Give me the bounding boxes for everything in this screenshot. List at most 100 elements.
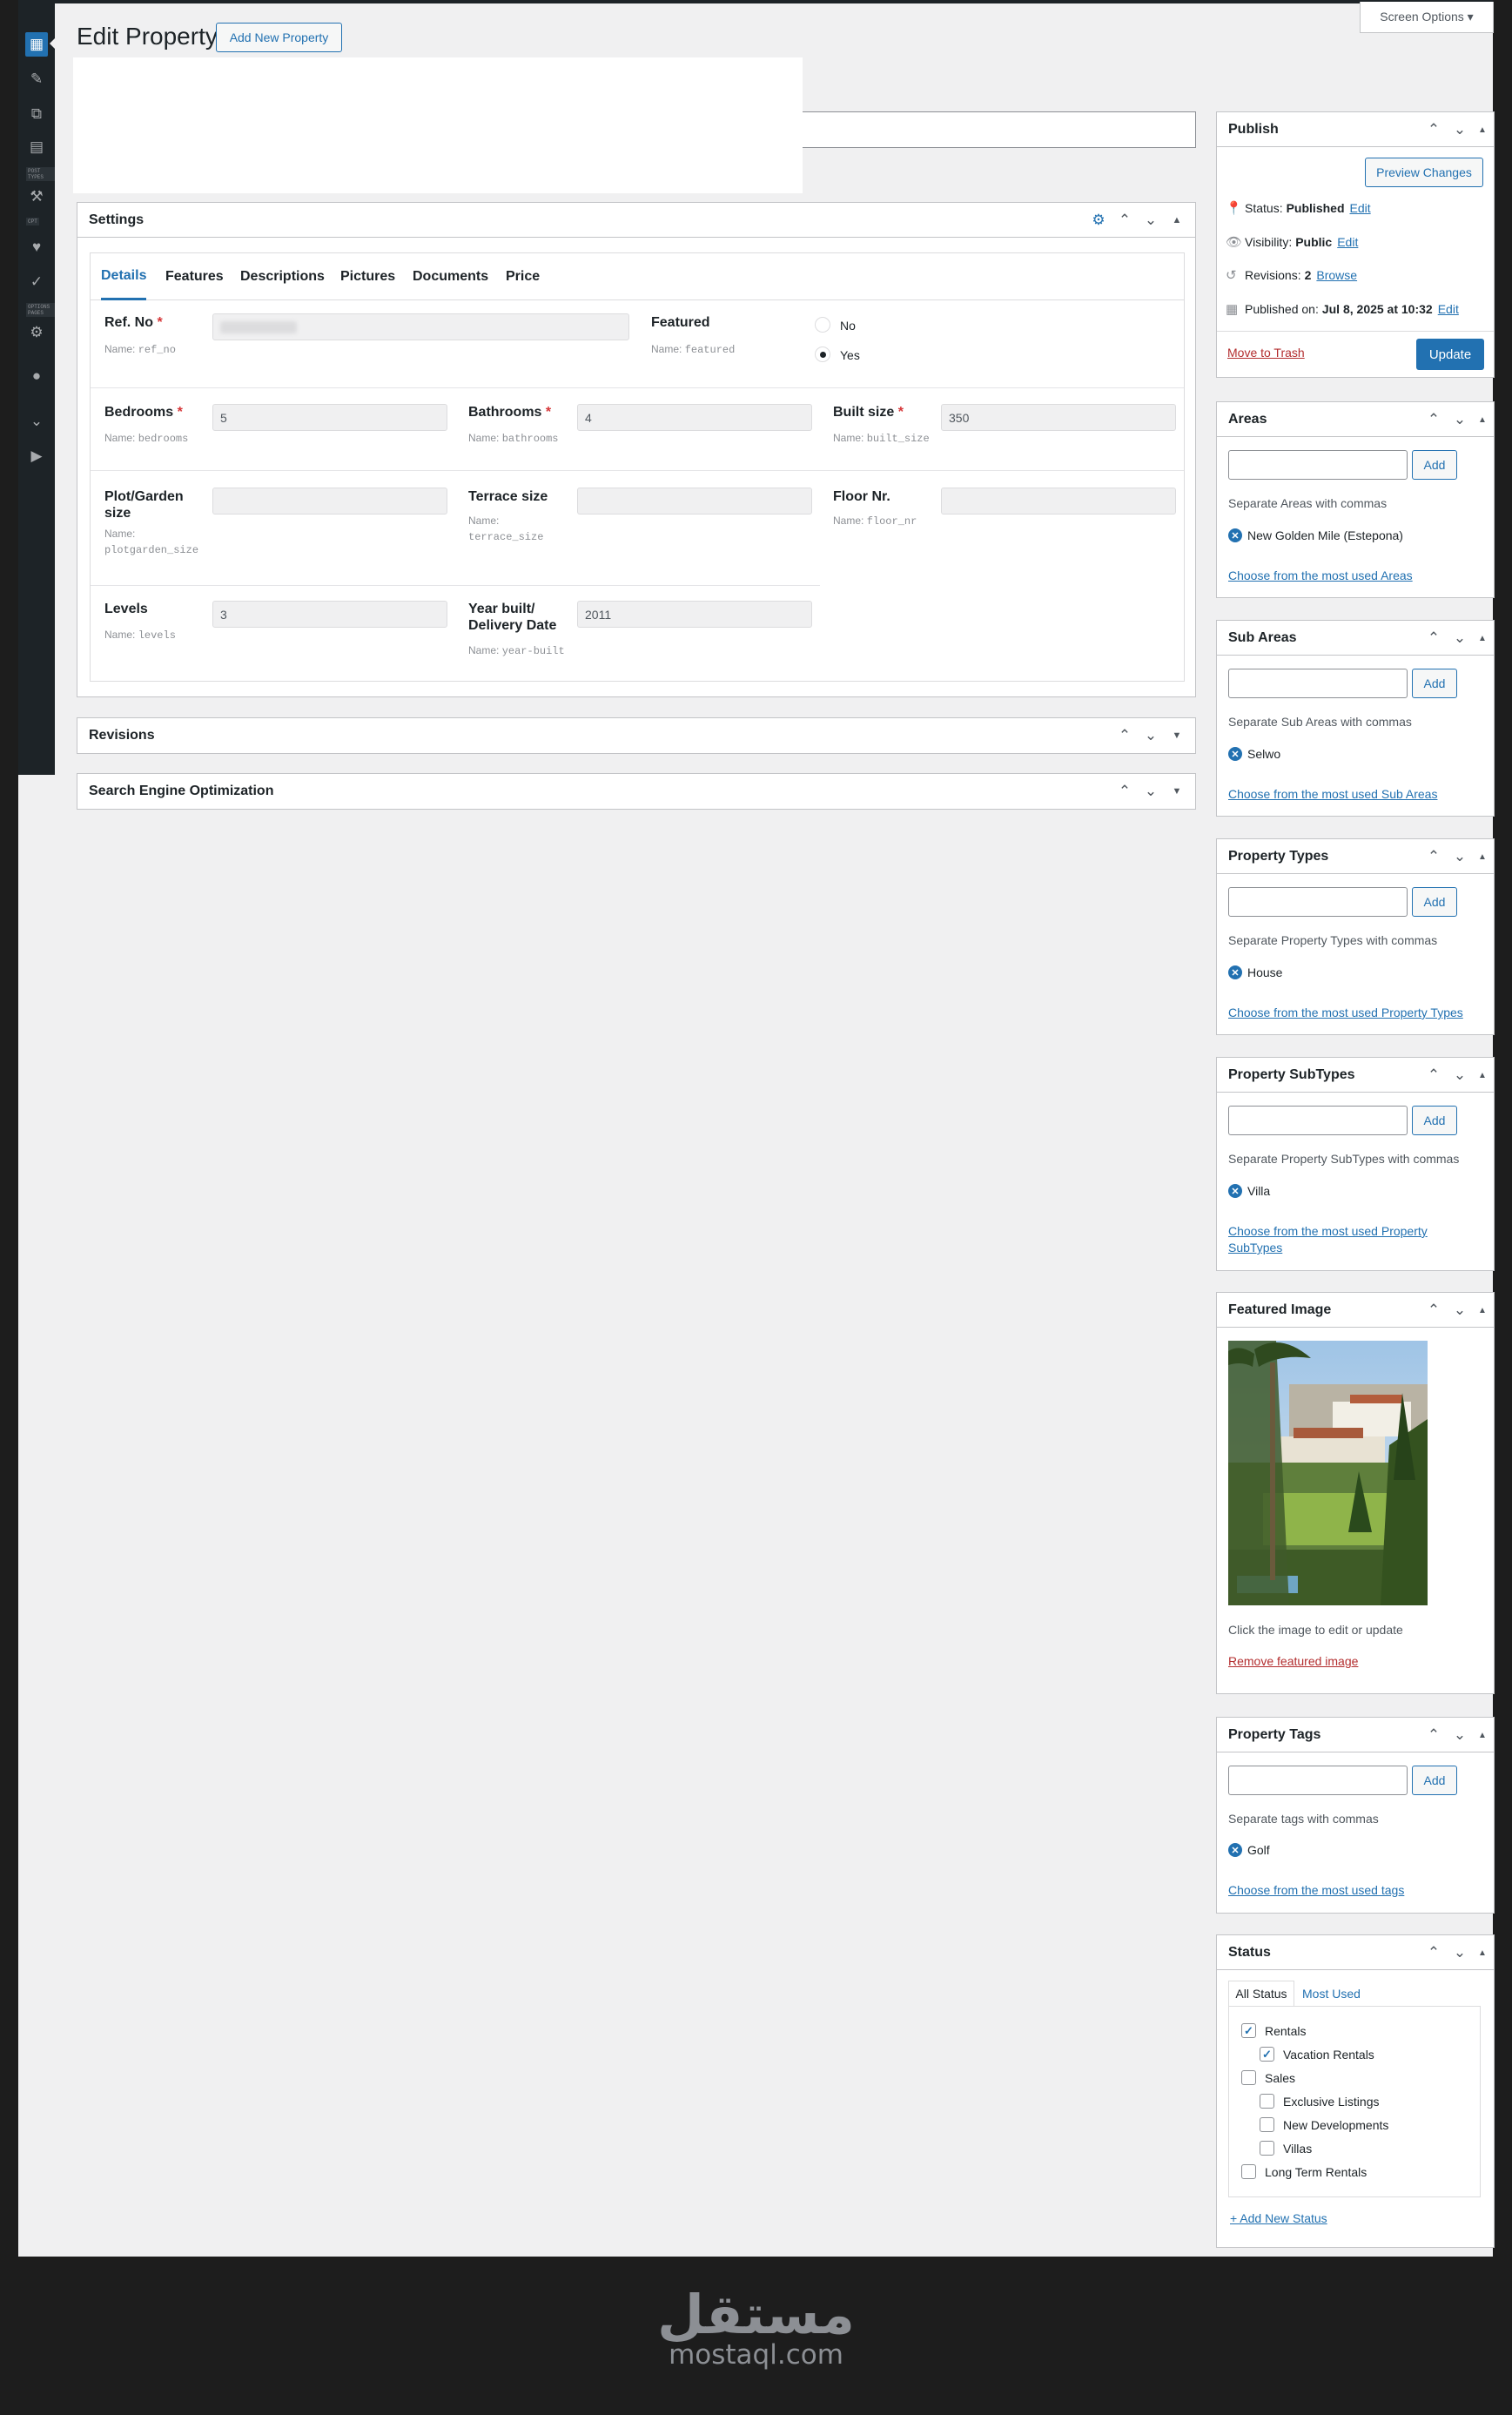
remove-tag-icon[interactable]: ✕	[1228, 528, 1242, 542]
property-types-add-button[interactable]: Add	[1412, 887, 1457, 917]
tab-details[interactable]: Details	[101, 253, 147, 300]
bathrooms-input[interactable]: 4	[577, 404, 812, 431]
property-tags-add-button[interactable]: Add	[1412, 1766, 1457, 1795]
built-size-input[interactable]: 350	[941, 404, 1176, 431]
check-icon[interactable]: ✓	[18, 270, 55, 294]
tools-icon[interactable]: ⚙	[18, 320, 55, 345]
toggle-arrow-icon[interactable]: ▲	[1473, 1731, 1492, 1740]
chevron-down-icon[interactable]: ⌄	[1447, 411, 1473, 428]
wrench-icon[interactable]: ⚒	[18, 185, 55, 209]
sub-areas-most-used-link[interactable]: Choose from the most used Sub Areas	[1228, 786, 1437, 803]
areas-input[interactable]	[1228, 450, 1408, 480]
property-types-input[interactable]	[1228, 887, 1408, 917]
chevron-up-icon[interactable]: ⌃	[1421, 1944, 1447, 1961]
tab-all-status[interactable]: All Status	[1228, 1981, 1294, 2007]
levels-input[interactable]: 3	[212, 601, 447, 628]
sub-areas-input[interactable]	[1228, 669, 1408, 698]
chevron-down-icon[interactable]: ⌄	[1447, 848, 1473, 865]
chevron-up-icon[interactable]: ⌃	[1112, 727, 1138, 744]
property-types-most-used-link[interactable]: Choose from the most used Property Types	[1228, 1005, 1463, 1021]
user-icon[interactable]: ●	[18, 364, 55, 388]
ref-no-input[interactable]	[212, 313, 629, 340]
checkbox-exclusive-listings[interactable]	[1260, 2094, 1274, 2109]
checkbox-long-term-rentals[interactable]	[1241, 2164, 1256, 2179]
property-subtypes-add-button[interactable]: Add	[1412, 1106, 1457, 1135]
tab-descriptions[interactable]: Descriptions	[240, 253, 325, 300]
remove-tag-icon[interactable]: ✕	[1228, 747, 1242, 761]
chevron-up-icon[interactable]: ⌃	[1421, 1726, 1447, 1744]
plot-size-input[interactable]	[212, 488, 447, 515]
remove-featured-image-link[interactable]: Remove featured image	[1228, 1654, 1358, 1668]
screen-options-button[interactable]: Screen Options ▾	[1360, 2, 1494, 33]
chevron-up-icon[interactable]: ⌃	[1421, 121, 1447, 138]
status-edit-link[interactable]: Edit	[1350, 201, 1371, 215]
gear-icon[interactable]: ⚙	[1085, 212, 1112, 229]
heart-icon[interactable]: ♥	[18, 235, 55, 259]
toggle-arrow-icon[interactable]: ▼	[1164, 730, 1190, 741]
chevron-up-icon[interactable]: ⌃	[1112, 212, 1138, 229]
remove-tag-icon[interactable]: ✕	[1228, 1843, 1242, 1857]
remove-tag-icon[interactable]: ✕	[1228, 1184, 1242, 1198]
toggle-arrow-icon[interactable]: ▲	[1473, 634, 1492, 643]
pages-icon[interactable]: ▤	[18, 135, 55, 159]
checkbox-villas[interactable]	[1260, 2141, 1274, 2156]
building-icon[interactable]: ▦	[25, 32, 48, 57]
chevron-down-icon[interactable]: ⌄	[1447, 629, 1473, 647]
pin-icon[interactable]: ✎	[18, 67, 55, 91]
chevron-down-icon[interactable]: ⌄	[1447, 1726, 1473, 1744]
featured-no-radio[interactable]	[815, 317, 830, 333]
areas-most-used-link[interactable]: Choose from the most used Areas	[1228, 568, 1413, 584]
tab-price[interactable]: Price	[506, 253, 540, 300]
move-to-trash-link[interactable]: Move to Trash	[1227, 346, 1305, 360]
floor-nr-input[interactable]	[941, 488, 1176, 515]
checkbox-sales[interactable]	[1241, 2070, 1256, 2085]
chevron-up-icon[interactable]: ⌃	[1112, 783, 1138, 800]
bedrooms-input[interactable]: 5	[212, 404, 447, 431]
areas-add-button[interactable]: Add	[1412, 450, 1457, 480]
chevron-down-icon[interactable]: ⌄	[1138, 727, 1164, 744]
chevron-up-icon[interactable]: ⌃	[1421, 848, 1447, 865]
featured-image-thumbnail[interactable]	[1228, 1341, 1428, 1605]
checkbox-vacation-rentals[interactable]: ✓	[1260, 2047, 1274, 2062]
collapse-icon[interactable]: ⌄	[18, 409, 55, 434]
property-subtypes-most-used-link[interactable]: Choose from the most used Property SubTyp…	[1228, 1223, 1428, 1256]
chevron-down-icon[interactable]: ⌄	[1138, 783, 1164, 800]
property-tags-input[interactable]	[1228, 1766, 1408, 1795]
toggle-arrow-icon[interactable]: ▲	[1164, 215, 1190, 225]
toggle-arrow-icon[interactable]: ▲	[1473, 1948, 1492, 1958]
revisions-box-title[interactable]: Revisions	[77, 718, 1195, 753]
chevron-up-icon[interactable]: ⌃	[1421, 629, 1447, 647]
seo-box-title[interactable]: Search Engine Optimization	[77, 774, 1195, 809]
chevron-up-icon[interactable]: ⌃	[1421, 1066, 1447, 1084]
update-button[interactable]: Update	[1416, 339, 1484, 370]
terrace-size-input[interactable]	[577, 488, 812, 515]
year-built-input[interactable]: 2011	[577, 601, 812, 628]
visibility-edit-link[interactable]: Edit	[1337, 235, 1358, 249]
chevron-down-icon[interactable]: ⌄	[1447, 1944, 1473, 1961]
property-tags-most-used-link[interactable]: Choose from the most used tags	[1228, 1882, 1404, 1899]
revisions-browse-link[interactable]: Browse	[1316, 268, 1357, 282]
checkbox-rentals[interactable]: ✓	[1241, 2023, 1256, 2038]
remove-tag-icon[interactable]: ✕	[1228, 965, 1242, 979]
add-new-property-button[interactable]: Add New Property	[216, 23, 342, 52]
chevron-up-icon[interactable]: ⌃	[1421, 411, 1447, 428]
tab-features[interactable]: Features	[165, 253, 224, 300]
chevron-down-icon[interactable]: ⌄	[1138, 212, 1164, 229]
checkbox-new-developments[interactable]	[1260, 2117, 1274, 2132]
toggle-arrow-icon[interactable]: ▲	[1473, 852, 1492, 862]
toggle-arrow-icon[interactable]: ▼	[1164, 786, 1190, 797]
toggle-arrow-icon[interactable]: ▲	[1473, 415, 1492, 425]
tab-pictures[interactable]: Pictures	[340, 253, 395, 300]
toggle-arrow-icon[interactable]: ▲	[1473, 1071, 1492, 1080]
play-icon[interactable]: ▶	[18, 444, 55, 468]
chevron-up-icon[interactable]: ⌃	[1421, 1302, 1447, 1319]
toggle-arrow-icon[interactable]: ▲	[1473, 125, 1492, 135]
toggle-arrow-icon[interactable]: ▲	[1473, 1306, 1492, 1315]
preview-changes-button[interactable]: Preview Changes	[1365, 158, 1483, 187]
tab-documents[interactable]: Documents	[413, 253, 488, 300]
chevron-down-icon[interactable]: ⌄	[1447, 1066, 1473, 1084]
chevron-down-icon[interactable]: ⌄	[1447, 1302, 1473, 1319]
chevron-down-icon[interactable]: ⌄	[1447, 121, 1473, 138]
sub-areas-add-button[interactable]: Add	[1412, 669, 1457, 698]
tab-most-used[interactable]: Most Used	[1302, 1987, 1361, 2001]
